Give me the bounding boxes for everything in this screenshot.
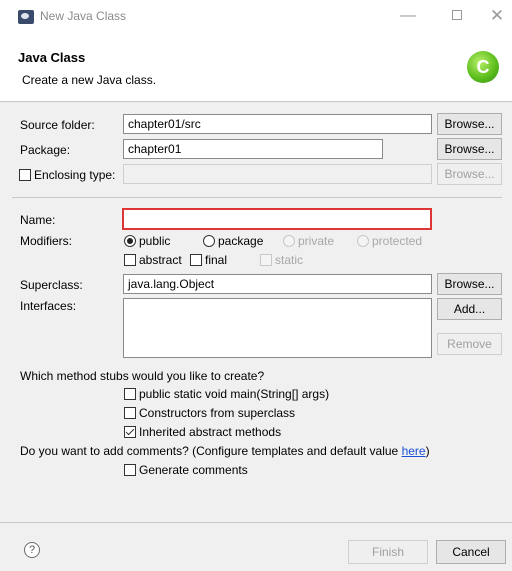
- modifier-public-option[interactable]: public: [124, 234, 170, 248]
- wizard-title: Java Class: [18, 50, 86, 65]
- interfaces-remove-button: Remove: [437, 333, 502, 355]
- name-input[interactable]: [122, 208, 432, 230]
- main-method-label: public static void main(String[] args): [139, 387, 330, 401]
- comments-question-suffix: ): [425, 444, 430, 458]
- interfaces-add-button[interactable]: Add...: [437, 298, 502, 320]
- package-modifier-label: package: [218, 234, 264, 248]
- static-checkbox: [260, 254, 272, 266]
- final-checkbox[interactable]: [190, 254, 202, 266]
- public-radio[interactable]: [124, 235, 136, 247]
- superclass-browse-button[interactable]: Browse...: [437, 273, 502, 295]
- method-stubs-question: Which method stubs would you like to cre…: [20, 369, 265, 383]
- inherited-methods-checkbox[interactable]: [124, 426, 136, 438]
- eclipse-app-icon: [18, 10, 34, 24]
- cancel-button[interactable]: Cancel: [436, 540, 506, 564]
- modifier-static-option: static: [260, 253, 303, 267]
- templates-link[interactable]: here: [402, 444, 426, 458]
- minimize-button[interactable]: —: [396, 5, 420, 27]
- final-label: final: [205, 253, 228, 267]
- window-title: New Java Class: [40, 9, 127, 23]
- modifier-protected-option: protected: [357, 234, 422, 248]
- generate-comments-label: Generate comments: [139, 463, 248, 477]
- generate-comments-option[interactable]: Generate comments: [124, 463, 248, 477]
- comments-question-text: Do you want to add comments? (Configure …: [20, 444, 402, 458]
- name-label: Name:: [20, 213, 56, 227]
- source-folder-browse-button[interactable]: Browse...: [437, 113, 502, 135]
- maximize-button[interactable]: [445, 5, 469, 27]
- modifier-abstract-option[interactable]: abstract: [124, 253, 182, 267]
- protected-radio: [357, 235, 369, 247]
- separator: [12, 197, 502, 198]
- interfaces-list[interactable]: [123, 298, 432, 358]
- package-radio[interactable]: [203, 235, 215, 247]
- logo-letter: C: [476, 57, 490, 77]
- interfaces-label: Interfaces:: [20, 299, 77, 313]
- stub-inherited-option[interactable]: Inherited abstract methods: [124, 425, 281, 439]
- enclosing-type-input: [123, 164, 432, 184]
- constructors-checkbox[interactable]: [124, 407, 136, 419]
- abstract-label: abstract: [139, 253, 182, 267]
- public-label: public: [139, 234, 171, 248]
- finish-button: Finish: [348, 540, 428, 564]
- source-folder-label: Source folder:: [20, 118, 95, 132]
- close-button[interactable]: ✕: [485, 5, 509, 27]
- protected-label: protected: [372, 234, 423, 248]
- superclass-label: Superclass:: [20, 278, 83, 292]
- superclass-input[interactable]: java.lang.Object: [123, 274, 432, 294]
- package-browse-button[interactable]: Browse...: [437, 138, 502, 160]
- enclosing-type-label: Enclosing type:: [34, 168, 116, 182]
- main-method-checkbox[interactable]: [124, 388, 136, 400]
- package-input[interactable]: chapter01: [123, 139, 383, 159]
- maximize-icon: [452, 10, 462, 20]
- stub-main-option[interactable]: public static void main(String[] args): [124, 387, 329, 401]
- modifier-private-option: private: [283, 234, 334, 248]
- enclosing-type-checkbox[interactable]: [19, 169, 31, 181]
- footer-separator: [0, 522, 512, 523]
- stub-constructors-option[interactable]: Constructors from superclass: [124, 406, 295, 420]
- java-class-logo-icon: C: [467, 51, 499, 83]
- private-label: private: [298, 234, 335, 248]
- help-icon[interactable]: ?: [24, 542, 40, 558]
- source-folder-input[interactable]: chapter01/src: [123, 114, 432, 134]
- title-bar: New Java Class — ✕: [0, 0, 512, 34]
- static-label: static: [275, 253, 304, 267]
- comments-question: Do you want to add comments? (Configure …: [20, 444, 430, 458]
- modifiers-label: Modifiers:: [20, 234, 73, 248]
- abstract-checkbox[interactable]: [124, 254, 136, 266]
- enclosing-type-browse-button: Browse...: [437, 163, 502, 185]
- package-label: Package:: [20, 143, 71, 157]
- modifier-package-option[interactable]: package: [203, 234, 263, 248]
- enclosing-type-option[interactable]: Enclosing type:: [19, 168, 115, 182]
- wizard-description: Create a new Java class.: [22, 73, 157, 87]
- private-radio: [283, 235, 295, 247]
- constructors-label: Constructors from superclass: [139, 406, 296, 420]
- generate-comments-checkbox[interactable]: [124, 464, 136, 476]
- modifier-final-option[interactable]: final: [190, 253, 227, 267]
- inherited-methods-label: Inherited abstract methods: [139, 425, 282, 439]
- wizard-header: Java Class Create a new Java class. C: [0, 34, 512, 102]
